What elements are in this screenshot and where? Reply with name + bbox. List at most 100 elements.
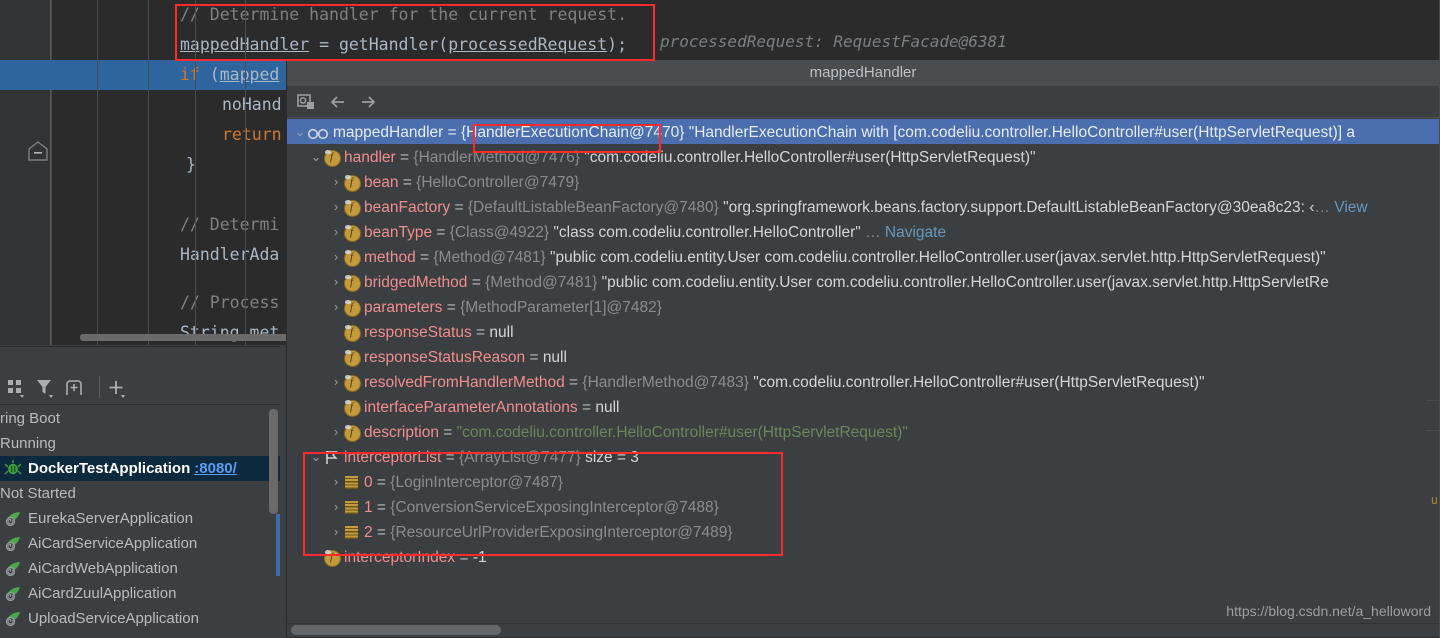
field-icon (343, 349, 361, 367)
chevron-right-icon[interactable]: › (329, 519, 343, 544)
variable-value: "HandlerExecutionChain with [com.codeliu… (684, 124, 1355, 141)
variable-type: {HandlerExecutionChain@7470} (460, 124, 685, 141)
services-item[interactable]: DockerTestApplication:8080/ (0, 456, 280, 481)
chevron-right-icon[interactable]: › (329, 494, 343, 519)
services-item[interactable]: AiCardServiceApplication (0, 531, 280, 556)
variable-tree-row[interactable]: ⌄ interceptorList = {ArrayList@7477} size… (287, 444, 1440, 469)
chevron-right-icon[interactable]: › (329, 419, 343, 444)
field-icon (343, 274, 361, 292)
variable-value: null (542, 349, 567, 366)
code-line: mappedHandler = getHandler(processedRequ… (0, 30, 627, 60)
variable-value: null (595, 399, 620, 416)
variable-tree-row[interactable]: › interceptorIndex = -1 (287, 544, 1440, 569)
filter-icon[interactable] (33, 376, 59, 400)
variable-name: mappedHandler (333, 124, 444, 141)
ide-window: // Determine handler for the current req… (0, 0, 1440, 638)
field-icon (343, 399, 361, 417)
services-item[interactable]: EurekaServerApplication (0, 506, 280, 531)
variable-name: handler (344, 149, 396, 166)
popup-horizontal-scrollbar-thumb[interactable] (291, 625, 501, 635)
code-line: // Determine handler for the current req… (0, 0, 627, 30)
variable-tree-row[interactable]: › responseStatusReason = null (287, 344, 1440, 369)
add-tab-icon[interactable] (62, 376, 88, 400)
collection-flag-icon (323, 449, 340, 466)
equals-sign: = (372, 524, 391, 541)
code-line: noHand (0, 90, 282, 120)
toolbar-separator (99, 376, 100, 398)
popup-horizontal-scrollbar-track[interactable] (287, 623, 1440, 637)
variable-tree-row[interactable]: › 2 = {ResourceUrlProviderExposingInterce… (287, 519, 1440, 544)
debugger-value-popup: mappedHandler ⌄ mappedHandler = {Handler… (286, 59, 1440, 638)
variable-tree-row[interactable]: ⌄ handler = {HandlerMethod@7476} "com.cod… (287, 144, 1440, 169)
variable-value: "public com.codeliu.entity.User com.code… (545, 249, 1326, 266)
variable-value: -1 (472, 549, 487, 566)
chevron-right-icon: › (329, 319, 343, 344)
variable-tree-row[interactable]: › 0 = {LoginInterceptor@7487} (287, 469, 1440, 494)
popup-toolbar (287, 86, 1439, 118)
strip-tick (1426, 430, 1440, 431)
chevron-right-icon[interactable]: › (329, 169, 343, 194)
variable-name: description (364, 424, 439, 441)
variable-value: "org.springframework.beans.factory.suppo… (718, 199, 1315, 216)
chevron-right-icon[interactable]: › (329, 269, 343, 294)
services-group-header: Not Started (0, 481, 280, 506)
chevron-down-icon[interactable]: ⌄ (293, 119, 307, 144)
services-item[interactable]: UploadServiceApplication (0, 606, 280, 631)
variable-type: {ResourceUrlProviderExposingInterceptor@… (390, 524, 733, 541)
chevron-right-icon[interactable]: › (329, 469, 343, 494)
services-scrollbar-thumb[interactable] (269, 409, 278, 514)
variable-tree-row[interactable]: › bean = {HelloController@7479} (287, 169, 1440, 194)
variable-tree-row[interactable]: › parameters = {MethodParameter[1]@7482} (287, 294, 1440, 319)
chevron-right-icon: › (309, 544, 323, 569)
services-item-port-link[interactable]: :8080/ (194, 460, 237, 477)
services-item-label: Running (0, 435, 56, 452)
arrow-left-icon[interactable] (327, 90, 353, 114)
variable-name: beanType (364, 224, 433, 241)
code-token: ); (607, 35, 628, 54)
variable-tree-row[interactable]: › beanType = {Class@4922} "class com.code… (287, 219, 1440, 244)
variables-tree[interactable]: ⌄ mappedHandler = {HandlerExecutionChain@… (287, 119, 1440, 623)
variable-value: "com.codeliu.controller.HelloController#… (456, 424, 908, 441)
view-link[interactable]: View (1334, 199, 1367, 216)
variable-name: bridgedMethod (364, 274, 468, 291)
code-line: // Determi (0, 210, 279, 240)
variable-tree-row[interactable]: › bridgedMethod = {Method@7481} "public c… (287, 269, 1440, 294)
spring-leaf-icon (4, 509, 24, 527)
equals-sign: = (442, 299, 461, 316)
variable-tree-row[interactable]: › method = {Method@7481} "public com.code… (287, 244, 1440, 269)
variable-tree-row[interactable]: › description = "com.codeliu.controller.H… (287, 419, 1440, 444)
services-group-header: ring Boot (0, 406, 280, 431)
services-group-header: Running (0, 431, 280, 456)
navigate-link[interactable]: Navigate (885, 224, 946, 241)
services-item[interactable]: AiCardZuulApplication (0, 581, 280, 606)
variable-tree-row[interactable]: › resolvedFromHandlerMethod = {HandlerMet… (287, 369, 1440, 394)
code-token: = getHandler( (309, 35, 449, 54)
code-token: if (180, 65, 200, 84)
variable-tree-row[interactable]: › beanFactory = {DefaultListableBeanFacto… (287, 194, 1440, 219)
chevron-right-icon[interactable]: › (329, 294, 343, 319)
group-by-icon[interactable] (4, 376, 30, 400)
chevron-right-icon[interactable]: › (329, 369, 343, 394)
variable-tree-row[interactable]: › interfaceParameterAnnotations = null (287, 394, 1440, 419)
services-item-label: ring Boot (0, 410, 61, 427)
chevron-down-icon[interactable]: ⌄ (309, 144, 323, 169)
show-referring-objects-icon[interactable] (295, 90, 321, 114)
variable-tree-row[interactable]: › 1 = {ConversionServiceExposingIntercept… (287, 494, 1440, 519)
chevron-down-icon[interactable]: ⌄ (309, 444, 323, 469)
code-token: mapped (219, 65, 280, 84)
services-item-label: UploadServiceApplication (28, 610, 199, 627)
variable-tree-row[interactable]: ⌄ mappedHandler = {HandlerExecutionChain@… (287, 119, 1440, 144)
services-panel: ring Boot Running DockerTestApplication:80… (0, 346, 280, 638)
code-token: noHand (222, 95, 282, 114)
services-item[interactable]: AiCardWebApplication (0, 556, 280, 581)
equals-sign: = (395, 149, 414, 166)
add-icon[interactable] (105, 376, 131, 400)
services-tree[interactable]: ring Boot Running DockerTestApplication:80… (0, 406, 280, 638)
chevron-right-icon[interactable]: › (329, 244, 343, 269)
chevron-right-icon[interactable]: › (329, 194, 343, 219)
array-element-icon (343, 474, 360, 491)
variable-tree-row[interactable]: › responseStatus = null (287, 319, 1440, 344)
chevron-right-icon[interactable]: › (329, 219, 343, 244)
arrow-right-icon[interactable] (357, 90, 383, 114)
code-token: return (222, 125, 282, 144)
